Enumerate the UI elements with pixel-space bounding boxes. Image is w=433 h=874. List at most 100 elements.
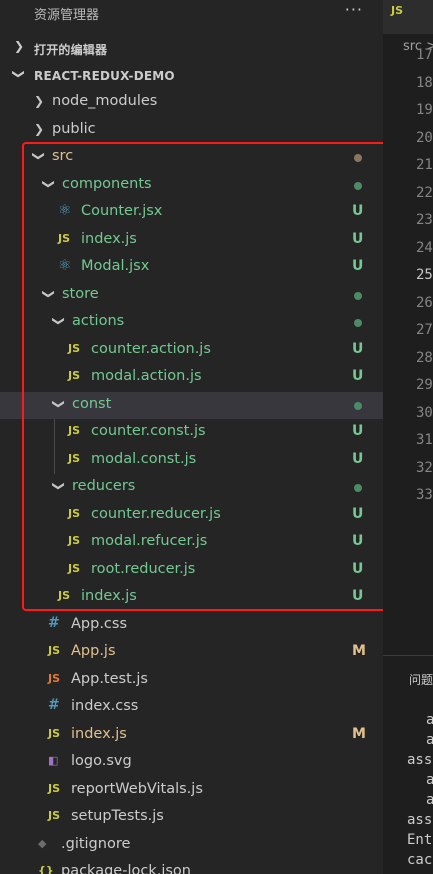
file-item[interactable]: JS index.js M (0, 722, 383, 749)
file-item[interactable]: JS setupTests.js (0, 804, 383, 831)
project-section[interactable]: ❯ REACT-REDUX-DEMO (0, 64, 383, 88)
js-file-icon: JS (68, 424, 81, 437)
file-label: reportWebVitals.js (71, 780, 203, 797)
file-item[interactable]: JS modal.refucer.js U (0, 529, 383, 556)
file-item[interactable]: JS modal.action.js U (0, 364, 383, 391)
chevron-right-icon: ❯ (14, 39, 25, 53)
js-file-icon: JS (68, 369, 81, 382)
chevron-right-icon: ❯ (34, 94, 45, 108)
folder-label: src (52, 148, 74, 164)
folder-item[interactable]: ❯ store (0, 282, 383, 309)
panel-divider (383, 655, 433, 656)
folder-item[interactable]: ❯ public (0, 117, 383, 144)
git-status-badge: U (352, 230, 364, 247)
file-item[interactable]: JS App.test.js (0, 667, 383, 694)
git-status-badge: U (352, 340, 364, 357)
more-actions-icon[interactable]: ··· (345, 0, 363, 19)
file-item[interactable]: ⚛ Modal.jsx U (0, 254, 383, 281)
file-item[interactable]: JS App.js M (0, 639, 383, 666)
open-editors-section[interactable]: ❯ 打开的编辑器 (0, 36, 383, 60)
file-item[interactable]: JS counter.reducer.js U (0, 502, 383, 529)
file-label: index.js (81, 588, 137, 604)
file-label: Counter.jsx (81, 203, 163, 219)
git-status-badge: U (352, 533, 364, 549)
file-item[interactable]: JS index.js U (0, 227, 383, 254)
file-item[interactable]: JS modal.const.js U (0, 447, 383, 474)
chevron-right-icon: ❯ (34, 121, 45, 136)
git-status-badge: U (352, 423, 364, 439)
file-item[interactable]: # App.css (0, 612, 383, 639)
file-item[interactable]: ◆ .gitignore (0, 832, 383, 859)
file-label: modal.action.js (91, 368, 202, 384)
line-number: 31 (416, 432, 433, 448)
project-label: REACT-REDUX-DEMO (34, 69, 175, 83)
folder-item[interactable]: ❯ reducers (0, 474, 383, 501)
terminal-line: a (426, 772, 433, 788)
file-label: counter.reducer.js (91, 505, 221, 522)
editor-tab[interactable]: JS (383, 0, 433, 34)
js-file-icon: JS (68, 534, 81, 547)
tab-problems[interactable]: 问题 (409, 671, 433, 688)
file-label: App.test.js (71, 670, 148, 687)
line-number: 21 (416, 157, 433, 173)
folder-label: node_modules (52, 93, 158, 109)
file-item[interactable]: ◧ logo.svg (0, 749, 383, 776)
git-status-badge: U (352, 203, 364, 219)
line-number: 20 (416, 129, 433, 146)
folder-label: actions (72, 313, 125, 329)
open-editors-label: 打开的编辑器 (34, 43, 108, 57)
line-number: 27 (416, 322, 433, 338)
line-number: 25 (416, 267, 433, 283)
js-file-icon: JS (68, 561, 81, 575)
folder-label: components (62, 175, 152, 192)
chevron-down-icon: ❯ (32, 150, 47, 162)
file-label: Modal.jsx (81, 258, 150, 274)
file-label: App.css (71, 615, 128, 632)
git-status-badge: U (352, 258, 364, 274)
terminal-line: a (426, 712, 433, 728)
explorer-header: 资源管理器 ··· (0, 0, 383, 26)
js-file-icon: JS (48, 726, 61, 740)
file-label: counter.action.js (91, 340, 211, 357)
file-label: counter.const.js (91, 423, 206, 439)
terminal-line: ass (407, 752, 433, 768)
file-label: .gitignore (61, 835, 131, 852)
js-file-icon: JS (68, 451, 81, 465)
file-label: index.js (71, 725, 127, 742)
file-item[interactable]: # index.css (0, 694, 383, 721)
folder-label: store (62, 285, 99, 302)
line-number: 18 (416, 74, 433, 91)
terminal-line: ass (407, 812, 433, 828)
folder-item[interactable]: ❯ components (0, 172, 383, 199)
git-file-icon: ◆ (38, 836, 47, 850)
editor-area: JS src > 17 18 19 20 21 22 23 24 25 26 27 28 29 30 31 3… (383, 0, 433, 874)
file-item[interactable]: {} package-lock.json (0, 859, 383, 874)
folder-label: const (72, 395, 112, 412)
file-item[interactable]: JS counter.action.js U (0, 337, 383, 364)
file-item[interactable]: JS root.reducer.js U (0, 557, 383, 584)
file-label: setupTests.js (71, 808, 164, 824)
line-number: 28 (416, 349, 433, 366)
chevron-down-icon: ❯ (42, 178, 57, 189)
line-number: 29 (416, 377, 433, 393)
folder-item[interactable]: ❯ node_modules (0, 89, 383, 116)
test-file-icon: JS (48, 671, 61, 685)
explorer-title: 资源管理器 (34, 8, 100, 23)
line-number: 23 (416, 212, 433, 228)
react-file-icon: ⚛ (58, 256, 72, 274)
chevron-down-icon: ❯ (52, 315, 67, 327)
terminal-line: a (426, 792, 433, 808)
file-label: index.js (81, 230, 137, 247)
file-item[interactable]: JS reportWebVitals.js (0, 777, 383, 804)
file-item[interactable]: JS index.js U (0, 584, 383, 611)
file-item[interactable]: JS counter.const.js U (0, 419, 383, 446)
folder-item[interactable]: ❯ actions (0, 309, 383, 336)
css-file-icon: # (48, 697, 60, 713)
js-file-icon: JS (58, 231, 71, 245)
folder-item[interactable]: ❯ const (0, 391, 383, 419)
line-number: 19 (416, 102, 433, 118)
file-item[interactable]: ⚛ Counter.jsx U (0, 199, 383, 226)
git-status-badge: U (352, 560, 364, 577)
folder-item[interactable]: ❯ src (0, 144, 383, 171)
chevron-down-icon: ❯ (12, 68, 27, 80)
